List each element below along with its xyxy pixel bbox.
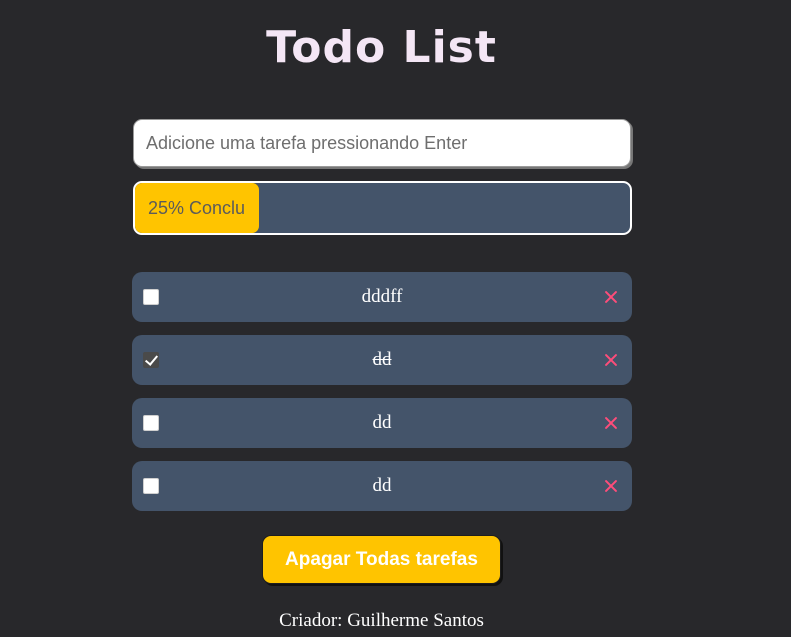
task-checkbox[interactable] xyxy=(143,478,159,494)
task-text: dd xyxy=(372,349,392,370)
task-item: dd xyxy=(132,335,632,385)
progress-bar: 25% Conclu xyxy=(133,181,632,235)
progress-label: 25% Conclu xyxy=(148,198,246,218)
close-icon[interactable] xyxy=(602,477,620,495)
task-item: dddff xyxy=(132,272,632,322)
page-title: Todo List xyxy=(266,22,497,73)
task-item: dd xyxy=(132,461,632,511)
task-text: dddff xyxy=(361,286,403,307)
task-list: dddff dd dd dd xyxy=(132,272,632,524)
new-task-input[interactable] xyxy=(133,119,631,167)
task-text: dd xyxy=(372,412,392,433)
close-icon[interactable] xyxy=(602,351,620,369)
close-icon[interactable] xyxy=(602,288,620,306)
clear-all-button[interactable]: Apagar Todas tarefas xyxy=(262,535,501,584)
footer-credit: Criador: Guilherme Santos xyxy=(279,610,484,631)
close-icon[interactable] xyxy=(602,414,620,432)
task-checkbox[interactable] xyxy=(143,415,159,431)
task-text: dd xyxy=(372,475,392,496)
progress-fill: 25% Conclu xyxy=(135,183,259,233)
task-checkbox[interactable] xyxy=(143,289,159,305)
task-checkbox[interactable] xyxy=(143,352,159,368)
task-item: dd xyxy=(132,398,632,448)
